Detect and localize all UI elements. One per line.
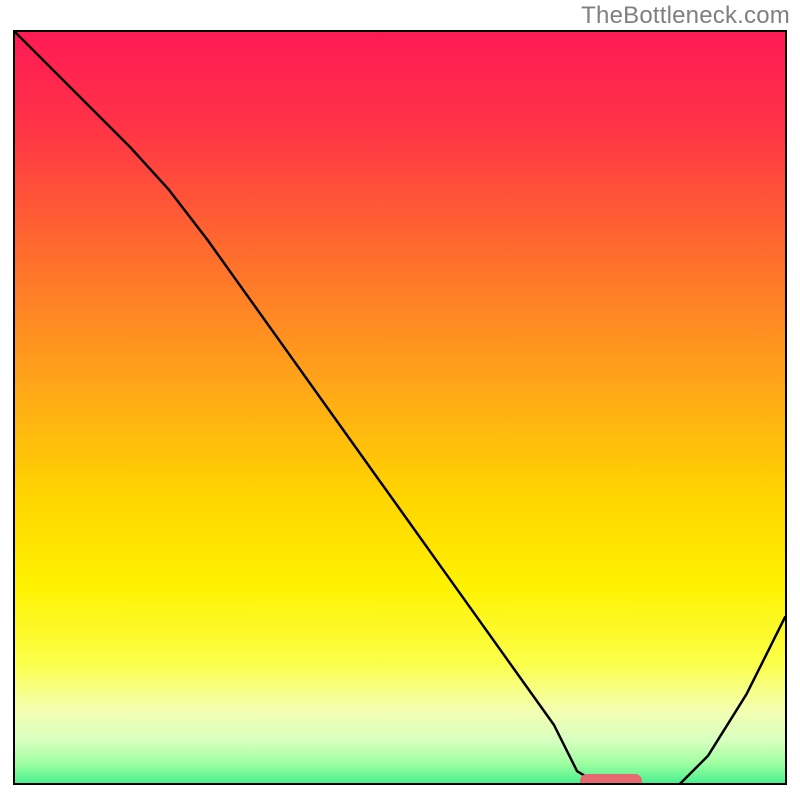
bottleneck-curve (15, 32, 785, 785)
watermark-text: TheBottleneck.com (581, 2, 790, 30)
optimal-marker (580, 774, 642, 785)
chart-canvas: TheBottleneck.com (0, 0, 800, 800)
plot-area (13, 30, 787, 785)
